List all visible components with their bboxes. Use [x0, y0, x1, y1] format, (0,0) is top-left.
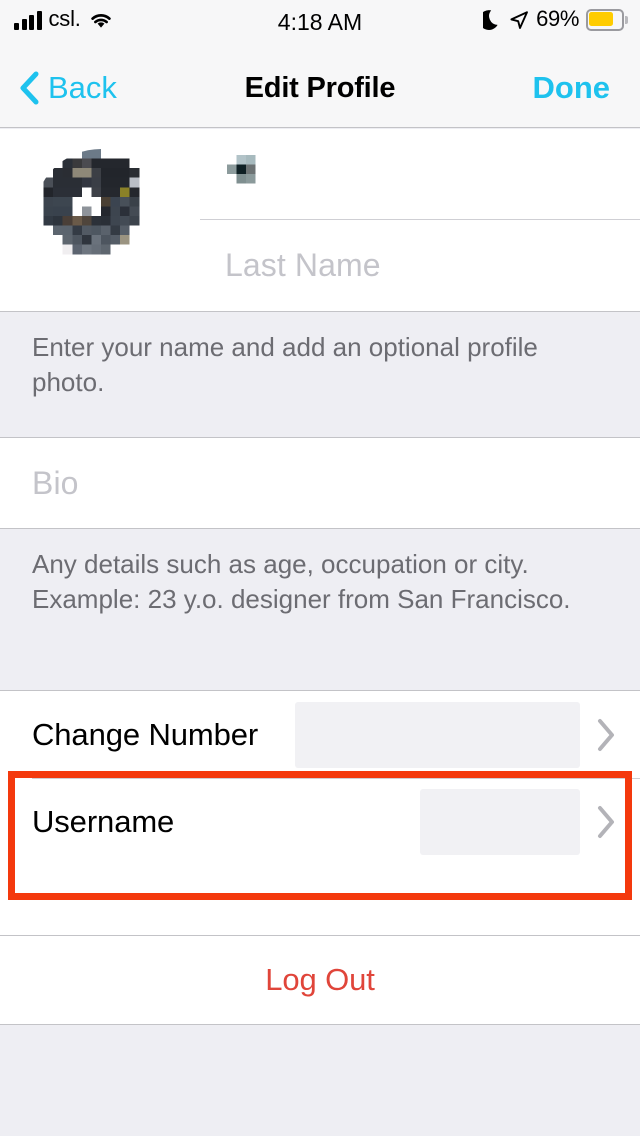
first-name-input[interactable]: [200, 129, 640, 219]
location-arrow-icon: [509, 10, 529, 30]
row-username[interactable]: Username: [0, 778, 640, 865]
name-section: Last Name: [0, 129, 640, 311]
row-value-redacted: [295, 702, 580, 768]
battery-icon: [586, 8, 628, 31]
row-label: Change Number: [32, 716, 259, 752]
row-change-number[interactable]: Change Number: [0, 691, 640, 778]
done-button[interactable]: Done: [533, 48, 611, 128]
first-name-redacted-value: [225, 155, 267, 193]
avatar[interactable]: [34, 149, 168, 283]
name-fields: Last Name: [200, 129, 640, 311]
log-out-button[interactable]: Log Out: [0, 935, 640, 1025]
bio-input[interactable]: Bio: [0, 438, 640, 528]
log-out-label: Log Out: [265, 962, 375, 997]
navigation-bar: Back Edit Profile Done: [0, 48, 640, 128]
row-label: Username: [32, 803, 175, 839]
chevron-right-icon: [596, 805, 616, 839]
battery-percent-label: 69%: [536, 6, 579, 31]
moon-icon: [479, 9, 502, 30]
status-bar: csl. 4:18 AM 69%: [0, 0, 640, 48]
last-name-placeholder: Last Name: [225, 247, 381, 283]
bio-hint: Any details such as age, occupation or c…: [0, 528, 640, 691]
last-name-input[interactable]: Last Name: [200, 220, 640, 311]
phone-screen: csl. 4:18 AM 69% Back Edit Profile Done …: [0, 0, 640, 1136]
name-hint: Enter your name and add an optional prof…: [0, 311, 640, 438]
chevron-right-icon: [596, 718, 616, 752]
bio-placeholder: Bio: [32, 464, 79, 501]
status-bar-right: 69%: [479, 6, 628, 31]
settings-rows: Change Number Username: [0, 691, 640, 935]
row-value-redacted: [420, 789, 580, 855]
